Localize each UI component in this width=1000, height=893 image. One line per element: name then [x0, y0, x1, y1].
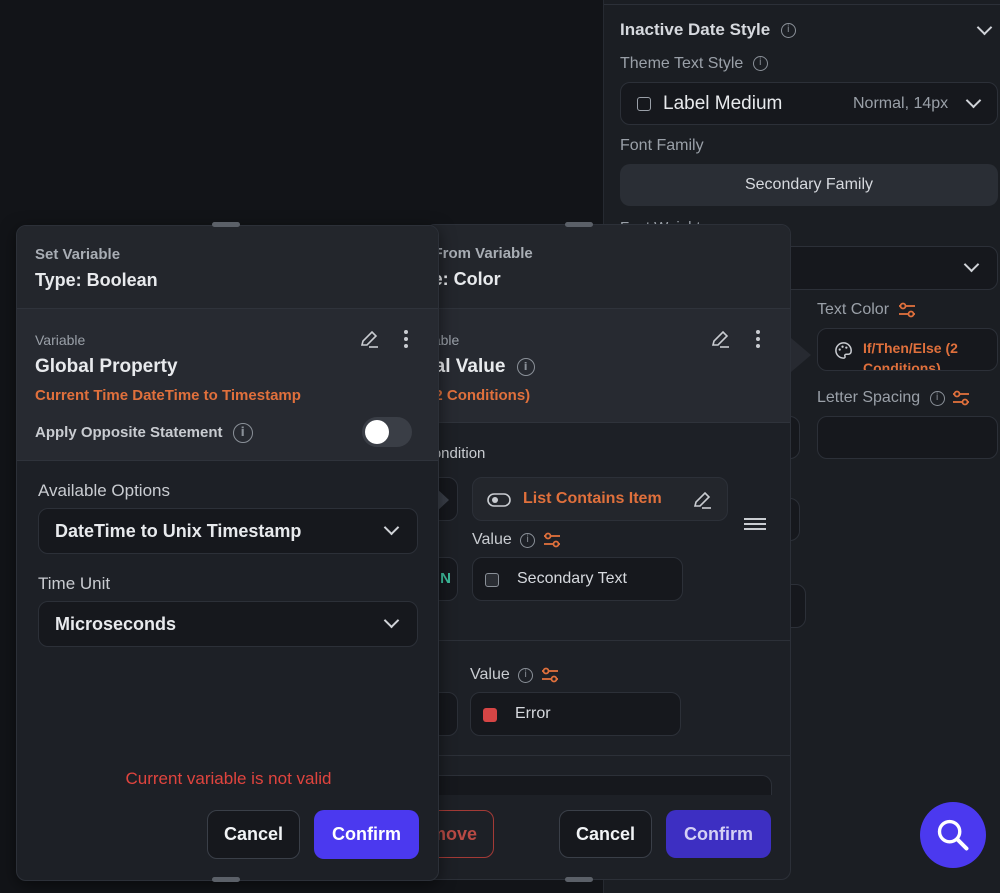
theme-text-style-label: Theme Text Style i — [620, 55, 768, 73]
front-variable-label: Variable — [35, 332, 86, 348]
info-icon: i — [232, 423, 253, 443]
text-color-label: Text Color — [817, 301, 917, 319]
tune-icon — [543, 532, 560, 548]
letter-spacing-label: Letter Spacing i — [817, 389, 971, 407]
chevron-down-icon[interactable] — [976, 19, 993, 36]
back-cancel-button[interactable]: Cancel — [559, 810, 652, 858]
theme-text-style-value: Label Medium — [663, 93, 783, 114]
chevron-down-icon — [965, 92, 982, 109]
apply-opposite-row: Apply Opposite Statement i — [35, 423, 253, 443]
info-icon: i — [780, 23, 796, 39]
front-variable-title: Global Property — [35, 356, 178, 377]
palette-icon — [835, 342, 852, 359]
available-options-label: Available Options — [38, 481, 170, 500]
time-unit-label: Time Unit — [38, 574, 111, 593]
info-icon: i — [929, 390, 945, 406]
toggle-icon — [487, 493, 511, 507]
search-button[interactable] — [920, 802, 986, 868]
apply-opposite-label: Apply Opposite Statement — [35, 423, 223, 441]
info-icon: i — [518, 667, 534, 683]
tune-icon — [953, 390, 970, 406]
default-value-field[interactable] — [426, 775, 772, 795]
edit-icon[interactable] — [358, 328, 380, 350]
info-icon: i — [752, 56, 768, 72]
font-family-button[interactable]: Secondary Family — [620, 164, 998, 206]
validation-error: Current variable is not valid — [125, 769, 332, 788]
tune-icon — [541, 667, 558, 683]
font-family-label: Font Family — [620, 137, 704, 154]
back-header-small: Set From Variable — [426, 245, 533, 262]
inactive-date-style-title: Inactive Date Style — [620, 20, 771, 39]
back-confirm-button[interactable]: Confirm — [666, 810, 771, 858]
chevron-down-icon — [383, 519, 400, 536]
theme-text-style-meta: Normal, 14px — [853, 95, 949, 112]
color-swatch — [485, 573, 499, 587]
set-variable-dialog: Set Variable Type: Boolean Variable Glob… — [16, 225, 439, 881]
info-icon: i — [516, 357, 535, 376]
time-unit-select[interactable]: Microseconds — [38, 601, 418, 647]
available-options-value: DateTime to Unix Timestamp — [55, 521, 302, 541]
resize-handle[interactable] — [565, 877, 593, 882]
condition-left-text: N — [440, 570, 451, 587]
front-cancel-button[interactable]: Cancel — [207, 810, 300, 859]
text-color-value: If/Then/Else (2 Conditions) — [863, 340, 958, 371]
resize-handle[interactable] — [565, 222, 593, 227]
resize-handle[interactable] — [212, 877, 240, 882]
tune-icon — [899, 302, 916, 318]
front-variable-sub: Current Time DateTime to Timestamp — [35, 387, 301, 404]
available-options-select[interactable]: DateTime to Unix Timestamp — [38, 508, 418, 554]
edit-icon[interactable] — [691, 489, 713, 511]
font-family-value: Secondary Family — [744, 176, 874, 193]
value-field-1[interactable]: Secondary Text — [472, 557, 683, 601]
search-icon — [937, 819, 969, 851]
condition-field[interactable]: List Contains Item — [472, 477, 728, 521]
value-field-2[interactable]: Error — [470, 692, 681, 736]
value-1-text: Secondary Text — [517, 570, 627, 587]
back-variable-sub: If/Then/Else (2 Conditions) — [426, 387, 531, 404]
value-label-2: Value i — [470, 666, 560, 684]
drag-handle-icon[interactable] — [744, 517, 766, 531]
condition-value: List Contains Item — [523, 490, 662, 507]
resize-handle[interactable] — [212, 222, 240, 227]
arrow-right-icon — [791, 338, 811, 372]
value-2-text: Error — [515, 705, 551, 722]
chevron-down-icon — [963, 256, 980, 273]
text-color-select[interactable]: If/Then/Else (2 Conditions) — [817, 328, 998, 371]
info-icon: i — [520, 532, 536, 548]
front-header-small: Set Variable — [35, 246, 121, 263]
chevron-down-icon — [383, 612, 400, 629]
more-vertical-icon[interactable] — [755, 329, 761, 349]
theme-text-style-select[interactable]: Label Medium Normal, 14px — [620, 82, 998, 125]
front-header-type: Type: Boolean — [35, 270, 158, 290]
time-unit-value: Microseconds — [55, 614, 177, 634]
front-confirm-button[interactable]: Confirm — [314, 810, 419, 859]
inactive-date-style-header[interactable]: Inactive Date Style i — [620, 19, 998, 42]
color-swatch — [483, 708, 497, 722]
edit-icon[interactable] — [709, 328, 731, 350]
letter-spacing-input[interactable] — [817, 416, 998, 459]
value-label-1: Value i — [472, 531, 562, 549]
set-from-variable-dialog: Set From Variable Type: Color Variable C… — [425, 224, 791, 880]
apply-opposite-toggle[interactable] — [362, 417, 412, 447]
more-vertical-icon[interactable] — [403, 329, 409, 349]
checkbox-icon — [637, 97, 651, 111]
back-variable-title: Conditional Value i — [426, 356, 535, 378]
